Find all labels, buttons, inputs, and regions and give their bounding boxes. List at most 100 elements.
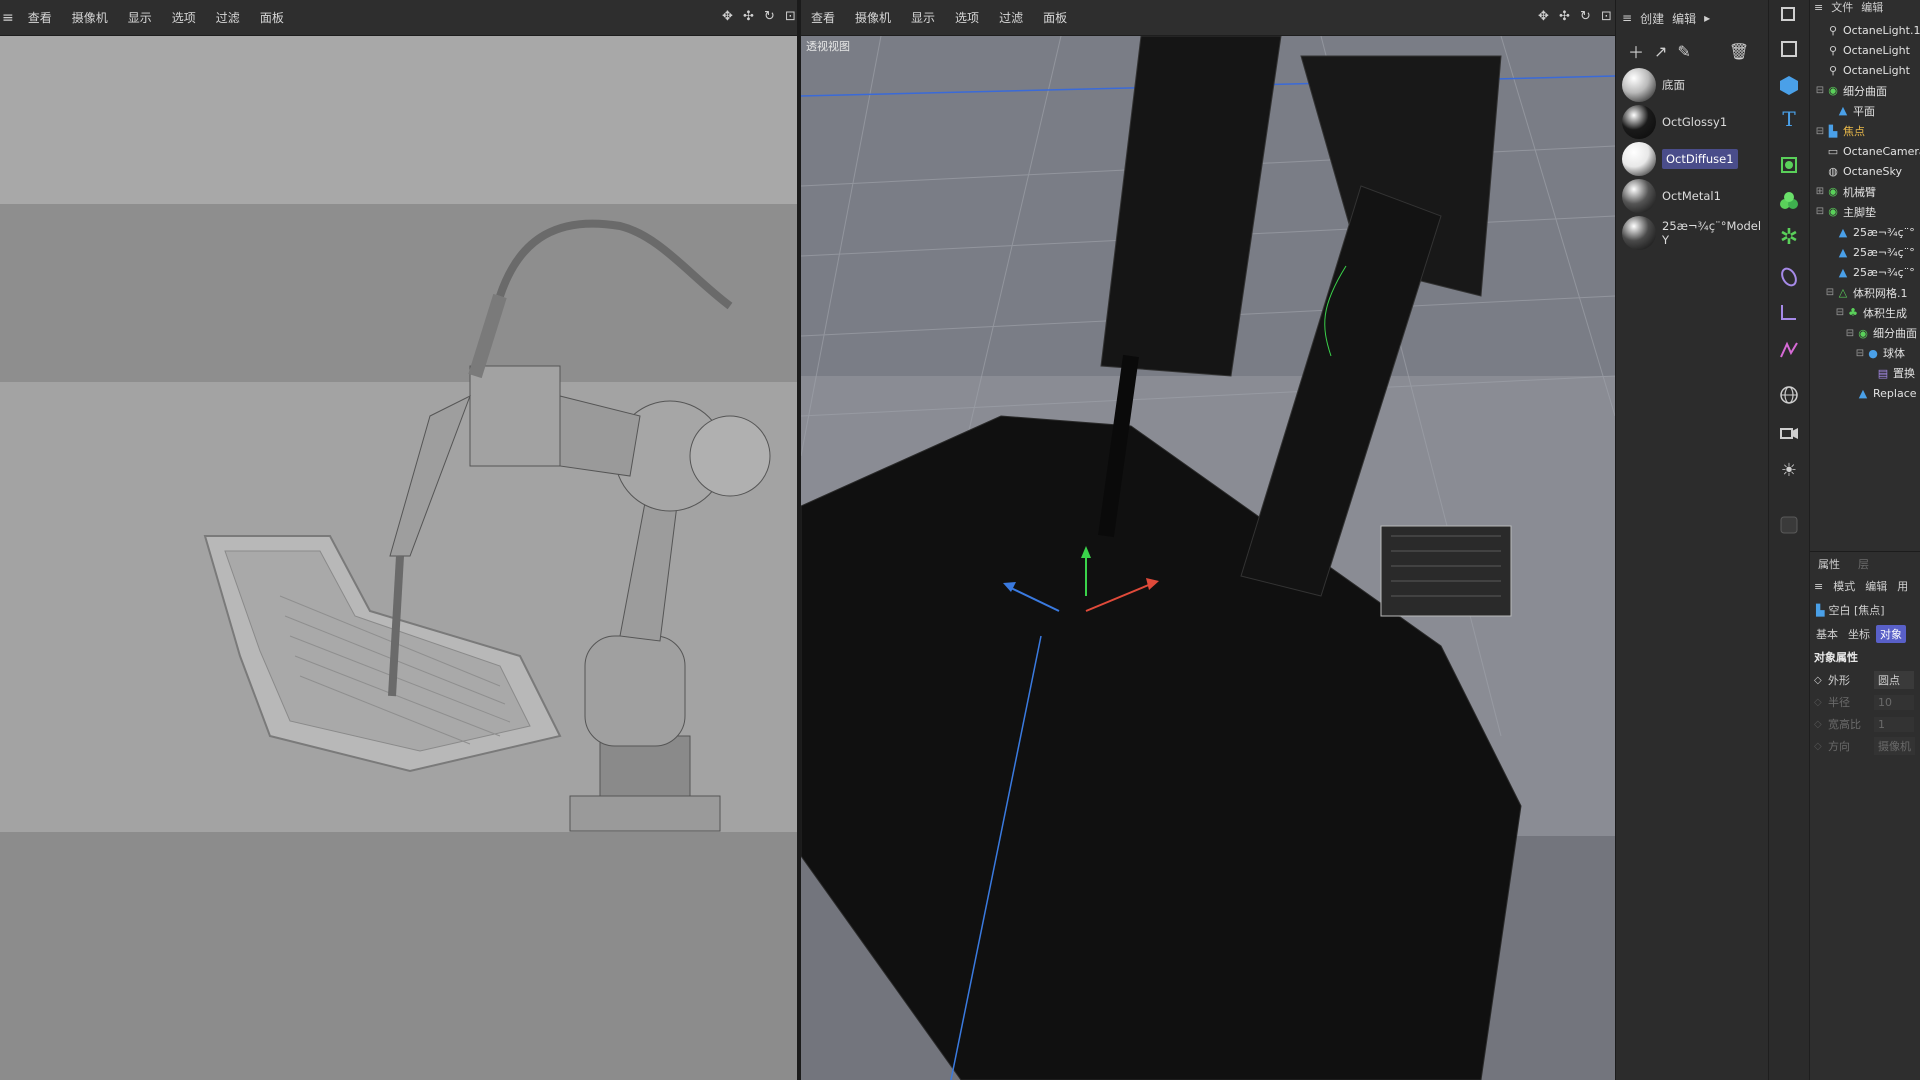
object-row[interactable]: ⚲ OctaneLight <box>1814 40 1910 60</box>
attribute-value[interactable]: 圆点 <box>1874 671 1914 689</box>
tab-object[interactable]: 对象 <box>1876 625 1906 643</box>
material-item[interactable]: OctMetal1 <box>1616 177 1768 214</box>
expand-toggle-icon[interactable]: ⊟ <box>1844 328 1856 339</box>
cube-outline-icon[interactable] <box>1774 34 1804 64</box>
maximize-icon[interactable]: ⊡ <box>783 9 798 24</box>
material-preview-icon <box>1622 67 1656 102</box>
add-icon[interactable]: ＋ <box>1628 39 1644 63</box>
keyframe-icon[interactable]: ◇ <box>1814 697 1828 708</box>
globe-icon[interactable] <box>1774 380 1804 410</box>
gear-icon[interactable]: ✲ <box>1774 222 1804 252</box>
eyedropper-icon[interactable]: ✎ <box>1677 42 1690 61</box>
left-viewport[interactable] <box>0 36 797 1080</box>
material-item[interactable]: 底面 <box>1616 66 1768 103</box>
camera-icon[interactable] <box>1774 418 1804 448</box>
object-row[interactable]: ⊟ ◉ 细分曲面 <box>1814 81 1887 101</box>
cloner-icon[interactable] <box>1774 186 1804 216</box>
menu-display[interactable]: 显示 <box>901 9 945 26</box>
expand-toggle-icon[interactable]: ⊟ <box>1824 287 1836 298</box>
tab-layers[interactable]: 层 <box>1858 556 1869 572</box>
menu-panel[interactable]: 面板 <box>1033 9 1077 26</box>
field-icon[interactable] <box>1774 297 1804 327</box>
expand-toggle-icon[interactable]: ⊟ <box>1814 85 1826 96</box>
attribute-field[interactable]: ◇ 外形 圆点 <box>1814 670 1920 690</box>
expand-toggle-icon[interactable]: ⊟ <box>1814 206 1826 217</box>
cursor-icon[interactable] <box>1774 0 1804 30</box>
pan-icon[interactable]: ✥ <box>720 9 735 24</box>
object-row[interactable]: ◍ OctaneSky <box>1814 161 1902 181</box>
object-row[interactable]: ⊟ ▙ 焦点 <box>1814 121 1865 141</box>
expand-toggle-icon[interactable]: ⊟ <box>1834 307 1846 318</box>
expand-toggle-icon[interactable]: ⊟ <box>1814 126 1826 137</box>
object-row[interactable]: ⚲ OctaneLight.1 <box>1814 20 1920 40</box>
menu-camera[interactable]: 摄像机 <box>62 9 118 26</box>
render-icon[interactable] <box>1774 510 1804 540</box>
rotate-icon[interactable]: ↻ <box>762 9 777 24</box>
expand-toggle-icon[interactable]: ⊞ <box>1814 186 1826 197</box>
object-row[interactable]: ⊞ ◉ 机械臂 <box>1814 182 1876 202</box>
menu-filter[interactable]: 过滤 <box>989 9 1033 26</box>
material-item[interactable]: OctGlossy1 <box>1616 103 1768 140</box>
tab-attributes[interactable]: 属性 <box>1818 556 1840 572</box>
material-preview-icon <box>1622 141 1656 176</box>
text-icon[interactable]: T <box>1774 104 1804 134</box>
object-row[interactable]: ▲ 25æ¬¾ç¨° <box>1824 242 1915 262</box>
trash-icon[interactable]: 🗑 <box>1729 42 1749 61</box>
expand-toggle-icon[interactable]: ⊟ <box>1854 348 1866 359</box>
menu-options[interactable]: 选项 <box>162 9 206 26</box>
menu-file[interactable]: 文件 <box>1831 0 1853 15</box>
material-item[interactable]: OctDiffuse1 <box>1616 140 1768 177</box>
object-row[interactable]: ⊟ ◉ 主脚垫 <box>1814 202 1876 222</box>
object-row[interactable]: ▲ Replace <box>1844 384 1917 404</box>
object-row[interactable]: ▭ OctaneCamera <box>1814 141 1920 161</box>
menu-filter[interactable]: 过滤 <box>206 9 250 26</box>
move-icon[interactable]: ✣ <box>741 9 756 24</box>
rotate-icon[interactable]: ↻ <box>1578 9 1593 24</box>
menu-create[interactable]: 创建 <box>1640 10 1664 27</box>
menu-view[interactable]: 查看 <box>801 9 845 26</box>
keyframe-icon[interactable]: ◇ <box>1814 741 1828 752</box>
arrow-icon[interactable]: ↗ <box>1654 42 1667 61</box>
object-row[interactable]: ▤ 置换 <box>1864 363 1915 383</box>
pan-icon[interactable]: ✥ <box>1536 9 1551 24</box>
menu-edit[interactable]: 编辑 <box>1865 578 1887 594</box>
object-row[interactable]: ⊟ ♣ 体积生成 <box>1834 303 1907 323</box>
menu-edit[interactable]: 编辑 <box>1861 0 1883 15</box>
object-row[interactable]: ⊟ △ 体积网格.1 <box>1824 283 1908 303</box>
menu-display[interactable]: 显示 <box>118 9 162 26</box>
object-label: Replace <box>1873 387 1917 401</box>
light-icon[interactable]: ☀ <box>1774 455 1804 485</box>
object-row[interactable]: ▲ 平面 <box>1824 101 1875 121</box>
menu-icon[interactable]: ≡ <box>1814 580 1823 593</box>
tab-coord[interactable]: 坐标 <box>1844 625 1874 643</box>
menu-icon[interactable]: ≡ <box>0 10 18 26</box>
keyframe-icon[interactable]: ◇ <box>1814 719 1828 730</box>
maximize-icon[interactable]: ⊡ <box>1599 9 1614 24</box>
menu-user[interactable]: 用 <box>1897 578 1908 594</box>
menu-view[interactable]: 查看 <box>18 9 62 26</box>
material-item[interactable]: 25æ¬¾ç¨°Model Y <box>1616 214 1768 251</box>
object-row[interactable]: ⊟ ◉ 细分曲面 <box>1844 323 1917 343</box>
right-viewport[interactable] <box>801 36 1615 1080</box>
object-row[interactable]: ⚲ OctaneLight <box>1814 60 1910 80</box>
menu-camera[interactable]: 摄像机 <box>845 9 901 26</box>
object-label: 25æ¬¾ç¨° <box>1853 245 1915 259</box>
keyframe-icon[interactable]: ◇ <box>1814 675 1828 686</box>
menu-mode[interactable]: 模式 <box>1833 578 1855 594</box>
tab-basic[interactable]: 基本 <box>1812 625 1842 643</box>
generator-icon[interactable] <box>1774 150 1804 180</box>
move-icon[interactable]: ✣ <box>1557 9 1572 24</box>
object-row[interactable]: ▲ 25æ¬¾ç¨° <box>1824 262 1915 282</box>
left-viewport-render <box>0 36 797 1080</box>
chevron-right-icon[interactable]: ▸ <box>1704 11 1710 25</box>
menu-options[interactable]: 选项 <box>945 9 989 26</box>
menu-icon[interactable]: ≡ <box>1814 1 1823 14</box>
deformer-icon[interactable] <box>1774 262 1804 292</box>
menu-icon[interactable]: ≡ <box>1622 11 1632 25</box>
menu-panel[interactable]: 面板 <box>250 9 294 26</box>
object-row[interactable]: ▲ 25æ¬¾ç¨° <box>1824 222 1915 242</box>
cube-icon[interactable] <box>1774 70 1804 100</box>
object-row[interactable]: ⊟ ● 球体 <box>1854 343 1905 363</box>
spline-icon[interactable] <box>1774 335 1804 365</box>
menu-edit[interactable]: 编辑 <box>1672 10 1696 27</box>
